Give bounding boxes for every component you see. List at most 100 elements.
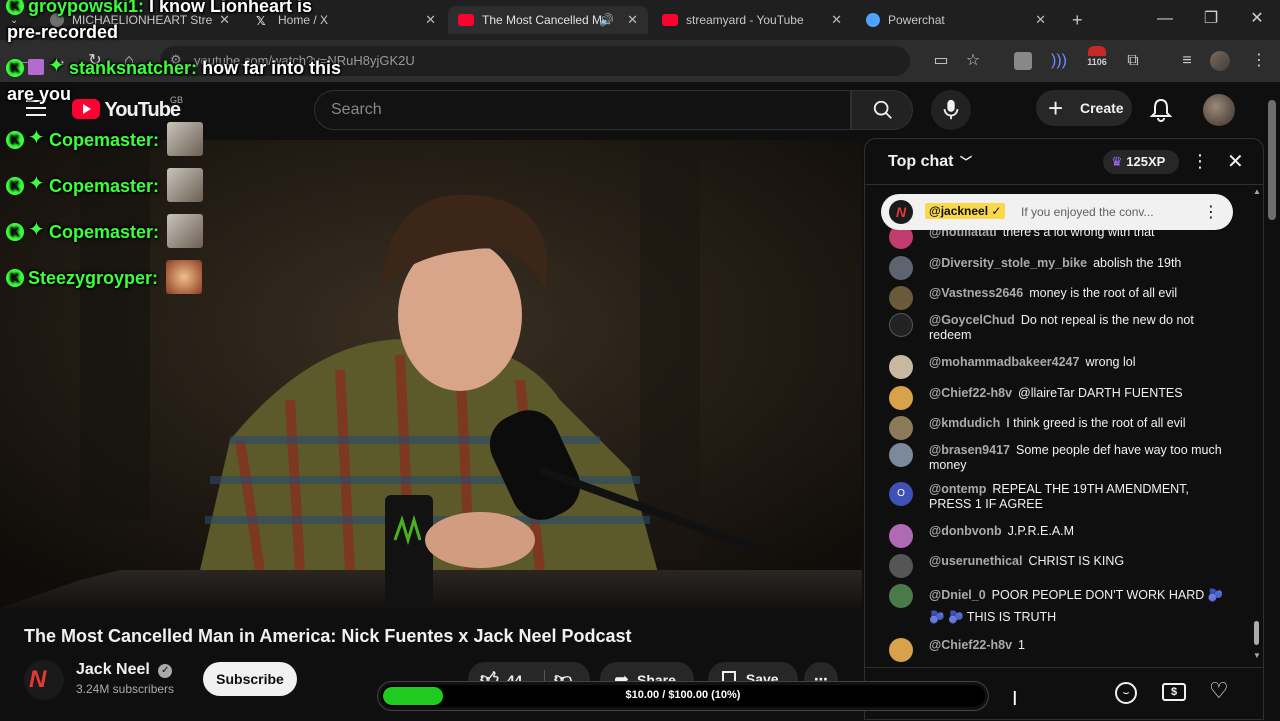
close-tab-icon[interactable]: ✕ <box>1035 12 1046 28</box>
extension-audio-icon[interactable]: ))) <box>1048 50 1070 72</box>
overlay-chat-line: K ✦ Copemaster: <box>6 168 204 202</box>
verified-icon: ✓ <box>158 664 173 678</box>
kick-badge-icon: K <box>6 131 24 149</box>
overlay-message: I know Lionheart is <box>149 0 313 16</box>
video-player[interactable] <box>0 140 862 608</box>
user-avatar[interactable] <box>889 355 913 379</box>
user-avatar[interactable] <box>889 286 913 310</box>
chat-author[interactable]: @brasen9417 <box>929 443 1010 457</box>
close-tab-icon[interactable]: ✕ <box>425 12 436 28</box>
user-avatar[interactable] <box>889 256 913 280</box>
overlay-message: how far into this <box>202 58 342 78</box>
overlay-chat-line: pre-recorded <box>7 22 118 43</box>
bell-icon[interactable] <box>1149 98 1173 122</box>
media-control-icon[interactable]: ≡ <box>1176 50 1198 72</box>
bookmark-star-icon[interactable]: ☆ <box>962 50 984 72</box>
page-scrollbar[interactable] <box>1268 100 1276 220</box>
overlay-username: Copemaster: <box>49 176 160 196</box>
user-avatar[interactable] <box>889 416 913 440</box>
user-avatar[interactable] <box>889 584 913 608</box>
diamond-badge-icon: ✦ <box>28 173 45 195</box>
verified-icon: ✓ <box>991 204 1002 218</box>
scroll-down-icon[interactable]: ▼ <box>1253 651 1261 660</box>
kick-badge-icon: K <box>6 269 24 287</box>
superchat-icon[interactable]: $ <box>1162 683 1186 701</box>
logo-text: YouTube <box>104 99 181 121</box>
youtube-logo[interactable]: YouTube GB <box>72 95 183 122</box>
extension-badge-icon[interactable]: 1106 <box>1082 46 1112 68</box>
chat-messages: @hotlilatati there's a lot wrong with tha… <box>865 186 1263 666</box>
cast-icon[interactable]: ▭ <box>930 50 952 72</box>
chat-mode-dropdown[interactable]: Top chat ﹀ <box>888 153 972 171</box>
chat-author[interactable]: @Chief22-h8v <box>929 638 1012 652</box>
chat-scrollbar[interactable]: ▲ ▼ <box>1253 187 1261 663</box>
tab-powerchat[interactable]: Powerchat ✕ <box>856 6 1056 34</box>
chat-options-icon[interactable]: ⋮ <box>1191 151 1209 172</box>
chat-author[interactable]: @mohammadbakeer4247 <box>929 355 1079 369</box>
diamond-badge-icon: ✦ <box>28 127 45 149</box>
browser-menu-icon[interactable]: ⋮ <box>1248 50 1270 72</box>
scroll-up-icon[interactable]: ▲ <box>1253 187 1261 196</box>
chat-author[interactable]: @donbvonb <box>929 524 1002 538</box>
account-avatar[interactable] <box>1203 94 1235 126</box>
window-close-icon[interactable]: ✕ <box>1246 8 1268 30</box>
subscriber-count: 3.24M subscribers <box>76 682 175 696</box>
chat-author[interactable]: @ontemp <box>929 482 986 496</box>
chat-author[interactable]: @Diversity_stole_my_bike <box>929 256 1087 270</box>
emote-image <box>167 122 204 156</box>
new-tab-button[interactable]: + <box>1062 6 1090 34</box>
kick-badge-icon: K <box>6 177 24 195</box>
channel-logo-icon: N <box>29 666 47 693</box>
restore-icon[interactable]: ❐ <box>1200 8 1222 30</box>
emote-image <box>167 214 204 248</box>
chat-mode-label: Top chat <box>888 153 954 170</box>
video-frame-image <box>0 140 862 608</box>
audio-playing-icon[interactable]: 🔊 <box>599 13 614 27</box>
pinned-text: If you enjoyed the conv... <box>1021 205 1154 219</box>
close-tab-icon[interactable]: ✕ <box>831 12 842 28</box>
heart-icon[interactable]: ♡ <box>1209 678 1229 704</box>
close-tab-icon[interactable]: ✕ <box>627 12 638 28</box>
user-avatar[interactable] <box>889 313 913 337</box>
xp-badge[interactable]: ♛ 125XP <box>1103 150 1179 174</box>
pinned-menu-icon[interactable]: ⋮ <box>1203 202 1219 222</box>
extensions-puzzle-icon[interactable]: ⧉ <box>1122 50 1144 72</box>
tab-streamyard[interactable]: streamyard - YouTube ✕ <box>652 6 852 34</box>
subscribe-button[interactable]: Subscribe <box>203 662 297 696</box>
chat-author[interactable]: @GoycelChud <box>929 313 1015 327</box>
create-button[interactable]: + Create <box>1036 90 1132 126</box>
powerchat-favicon-icon <box>866 13 880 27</box>
voice-search-button[interactable] <box>931 90 971 130</box>
close-icon[interactable]: ✕ <box>1227 149 1244 174</box>
user-avatar[interactable] <box>889 443 913 467</box>
chat-author[interactable]: @Vastness2646 <box>929 286 1023 300</box>
user-avatar[interactable] <box>889 638 913 662</box>
pinned-author[interactable]: @jackneel ✓ <box>925 203 1006 219</box>
chat-header: Top chat ﹀ ♛ 125XP ⋮ ✕ <box>865 139 1263 185</box>
user-avatar[interactable] <box>889 524 913 548</box>
minimize-icon[interactable]: — <box>1154 8 1176 30</box>
channel-name-wrap[interactable]: Jack Neel ✓ <box>76 661 173 679</box>
channel-avatar[interactable]: N <box>24 660 64 700</box>
overlay-chat-line: K ✦ Copemaster: <box>6 214 204 248</box>
chat-author[interactable]: @userunethical <box>929 554 1022 568</box>
overlay-username: Copemaster: <box>49 130 160 150</box>
search-button[interactable] <box>851 90 913 130</box>
extension-icon[interactable] <box>1014 52 1032 70</box>
overlay-chat-line: are you <box>7 84 71 105</box>
emoji-icon[interactable]: ⌣ <box>1115 682 1137 704</box>
scroll-thumb[interactable] <box>1254 621 1259 645</box>
user-avatar[interactable] <box>889 386 913 410</box>
tab-active-video[interactable]: The Most Cancelled M 🔊 ✕ <box>448 6 648 34</box>
pinned-message[interactable]: N @jackneel ✓ If you enjoyed the conv...… <box>881 194 1233 230</box>
chat-author[interactable]: @Dniel_0 <box>929 588 986 602</box>
diamond-badge-icon: ✦ <box>48 55 65 77</box>
user-avatar[interactable]: O <box>889 482 913 506</box>
chat-author[interactable]: @kmdudich <box>929 416 1000 430</box>
user-avatar[interactable] <box>889 554 913 578</box>
chat-author[interactable]: @Chief22-h8v <box>929 386 1012 400</box>
search-input[interactable]: Search <box>314 90 851 130</box>
overlay-username: Steezygroyper: <box>28 268 159 288</box>
profile-avatar[interactable] <box>1210 51 1230 71</box>
emote-image <box>167 168 204 202</box>
